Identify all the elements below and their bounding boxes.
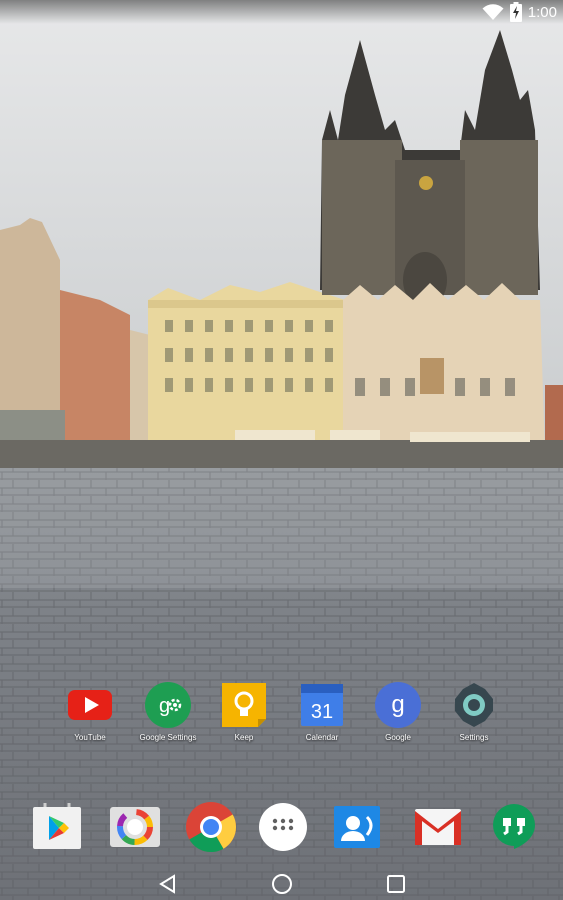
play-store-icon [31,801,83,853]
back-icon[interactable] [154,870,182,898]
settings-icon [450,681,498,729]
hangouts-icon [488,801,540,853]
app-google[interactable]: g Google [362,681,434,742]
clock: 1:00 [527,3,557,21]
dock-contacts[interactable] [327,801,387,853]
keep-icon [220,681,268,729]
contacts-icon [331,801,383,853]
app-label: Google Settings [139,733,197,742]
chrome-icon [185,801,237,853]
dock-gmail[interactable] [408,801,468,853]
dock-photos[interactable] [105,801,165,853]
dock-app-drawer[interactable] [253,801,313,853]
dock-play-store[interactable] [27,801,87,853]
dock-chrome[interactable] [181,801,241,853]
youtube-icon [66,681,114,729]
app-label: Settings [459,733,489,742]
svg-text:g: g [159,695,170,717]
battery-charging-icon [509,2,522,22]
app-youtube[interactable]: YouTube [54,681,126,742]
calendar-day: 31 [311,701,333,723]
photos-icon [109,801,161,853]
wifi-icon [482,4,504,20]
app-google-settings[interactable]: g Google Settings [132,681,204,742]
app-calendar[interactable]: 31 Calendar [286,681,358,742]
app-label: YouTube [74,733,106,742]
app-label: Calendar [305,733,339,742]
google-glyph: g [391,691,404,718]
app-label: Google [385,733,411,742]
gmail-icon [412,801,464,853]
status-bar: 1:00 [0,0,563,24]
navigation-bar [0,864,563,900]
home-icon[interactable] [268,870,296,898]
google-settings-icon: g [144,681,192,729]
calendar-icon: 31 [298,681,346,729]
app-drawer-icon [257,801,309,853]
app-settings[interactable]: Settings [438,681,510,742]
wallpaper [0,0,563,900]
app-label: Keep [234,733,254,742]
dock-hangouts[interactable] [484,801,544,853]
google-icon: g [374,681,422,729]
app-keep[interactable]: Keep [208,681,280,742]
recents-icon[interactable] [382,870,410,898]
